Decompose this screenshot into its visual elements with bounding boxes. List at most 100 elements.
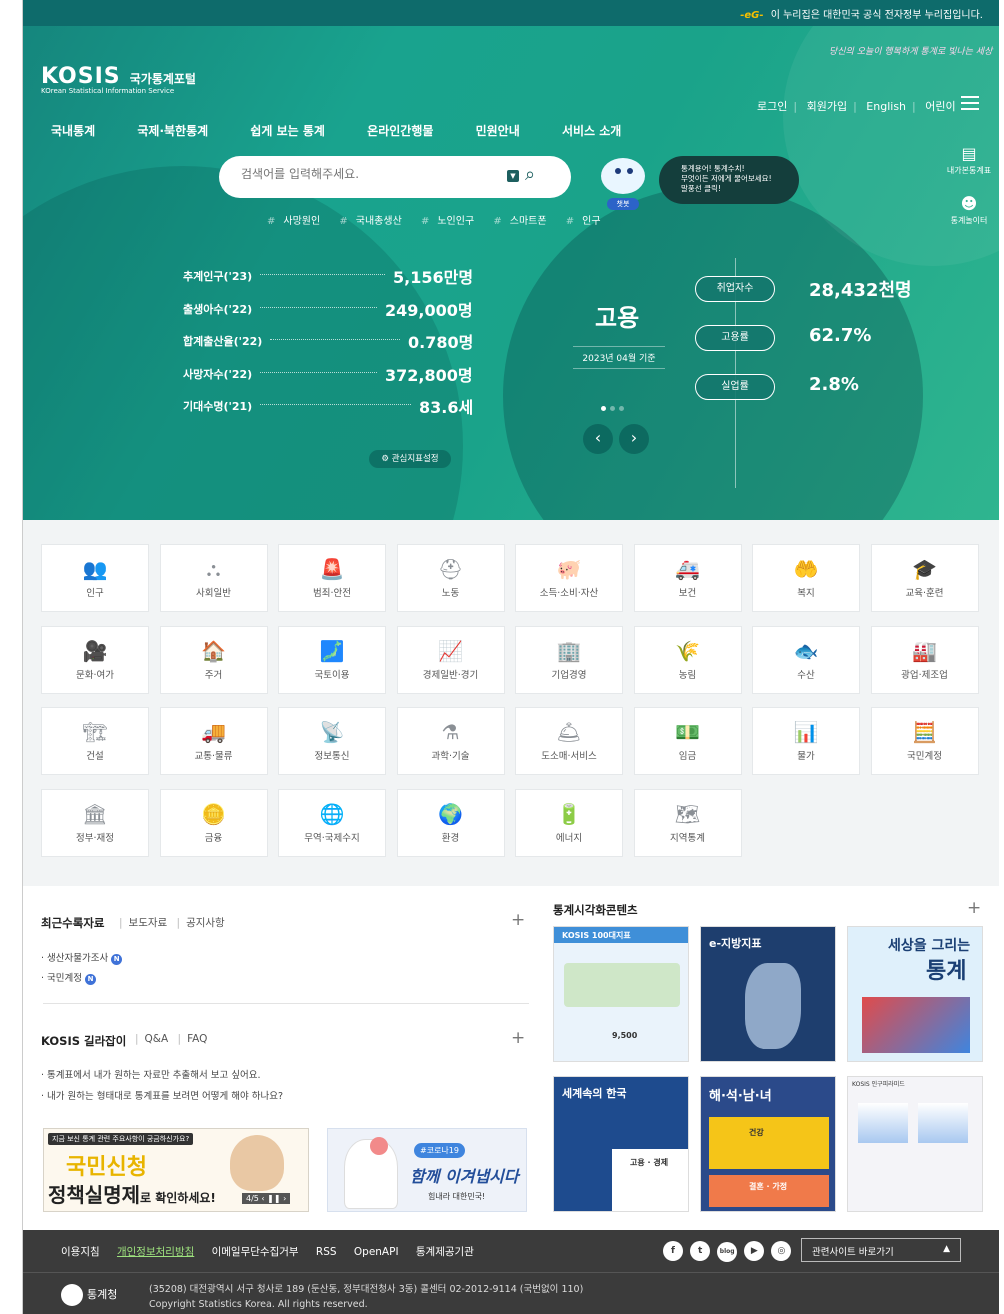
hamburger-menu-icon[interactable] — [961, 96, 979, 110]
key-stat-row[interactable]: 추계인구('23) 5,156만명 — [183, 264, 483, 297]
category-tile[interactable]: 🐟 수산 — [752, 625, 860, 694]
category-tile[interactable]: ⛬ 사회일반 — [159, 544, 268, 612]
category-tile[interactable]: 📡 정보통신 — [278, 707, 386, 775]
kosis-logo[interactable]: KOSIS 국가통계포털 KOrean Statistical Informat… — [41, 64, 196, 95]
interest-settings-button[interactable]: ⚙ 관심지표설정 — [369, 450, 451, 468]
tag-item[interactable]: # 인구 — [566, 216, 609, 227]
english-link[interactable]: English — [866, 100, 906, 113]
category-tile[interactable]: 🤲 복지 — [752, 544, 860, 612]
government-icon: 🏛 — [82, 801, 108, 826]
search-input[interactable] — [241, 167, 481, 181]
category-tile[interactable]: 🚨 범죄·안전 — [278, 544, 386, 612]
footer-link-openapi[interactable]: OpenAPI — [354, 1246, 399, 1258]
tag-item[interactable]: # 사망원인 — [267, 216, 328, 227]
category-tile[interactable]: 🏠 주거 — [159, 625, 268, 694]
category-tile[interactable]: 🪙 금융 — [159, 788, 268, 857]
nav-publications[interactable]: 온라인간행물 — [367, 122, 433, 139]
category-tile[interactable]: 🌍 환경 — [396, 788, 505, 857]
viz-card-drawing-stats[interactable]: 세상을 그리는 통계 — [847, 926, 983, 1062]
blog-icon[interactable]: blog — [717, 1242, 738, 1262]
key-stat-row[interactable]: 사망자수('22) 372,800명 — [183, 362, 483, 395]
category-tile[interactable]: 🧮 국민계정 — [870, 707, 979, 775]
nav-service[interactable]: 서비스 소개 — [562, 122, 621, 139]
category-tile[interactable]: 🏗 건설 — [41, 707, 149, 775]
tab-notice[interactable]: 공지사항 — [186, 917, 225, 929]
category-tile[interactable]: ⚗ 과학·기술 — [396, 707, 505, 775]
guide-title[interactable]: KOSIS 길라잡이 — [41, 1033, 126, 1049]
viz-card-local-indicators[interactable]: e-지방지표 — [700, 926, 836, 1062]
category-tile[interactable]: 🚚 교통·물류 — [159, 707, 268, 775]
search-option-dropdown-icon[interactable]: ▼ — [507, 170, 519, 182]
category-tile[interactable]: 🌾 농림 — [633, 625, 742, 694]
category-tile[interactable]: 👥 인구 — [41, 544, 149, 612]
policy-banner[interactable]: 지금 보신 통계 관련 주요사항이 궁금하신가요? 국민신청 정책실명제로 확인… — [43, 1128, 309, 1212]
nav-easy-stats[interactable]: 쉽게 보는 통계 — [250, 122, 325, 139]
key-stat-row[interactable]: 합계출산율('22) 0.780명 — [183, 329, 483, 362]
key-stat-row[interactable]: 출생아수('22) 249,000명 — [183, 297, 483, 330]
category-tile[interactable]: 🔋 에너지 — [515, 788, 623, 857]
category-tile[interactable]: 🎥 문화·여가 — [41, 625, 149, 694]
footer-link-email[interactable]: 이메일무단수집거부 — [212, 1246, 299, 1258]
facebook-icon[interactable]: f — [663, 1241, 683, 1261]
footer-link-terms[interactable]: 이용지침 — [61, 1246, 100, 1258]
kids-link[interactable]: 어린이 — [925, 100, 955, 113]
join-link[interactable]: 회원가입 — [807, 100, 847, 113]
chatbot-mascot[interactable]: 챗봇 — [595, 154, 651, 214]
youtube-icon[interactable]: ▶ — [744, 1241, 765, 1261]
viz-card-men-women[interactable]: 해·석·남·녀 건강 결혼 · 가정 — [700, 1076, 836, 1212]
category-tile[interactable]: 📈 경제일반·경기 — [396, 625, 505, 694]
category-tile[interactable]: 🎓 교육·훈련 — [870, 544, 979, 612]
footer-link-privacy[interactable]: 개인정보처리방침 — [117, 1246, 194, 1258]
viz-card-population-pyramid[interactable]: KOSIS 인구피라미드 — [847, 1076, 983, 1212]
category-tile[interactable]: 🏛 정부·재정 — [41, 788, 149, 857]
tab-faq[interactable]: FAQ — [187, 1033, 207, 1045]
login-link[interactable]: 로그인 — [757, 100, 787, 113]
category-tile[interactable]: 🚑 보건 — [633, 544, 742, 612]
tag-item[interactable]: # 노인인구 — [421, 216, 482, 227]
viz-card-100-indicators[interactable]: KOSIS 100대지표 9,500 — [553, 926, 689, 1062]
category-tile[interactable]: ⛑ 노동 — [396, 544, 505, 612]
recent-more-icon[interactable]: + — [511, 910, 525, 930]
related-sites-select[interactable]: 관련사이트 바로가기 ▲ — [801, 1238, 961, 1262]
tab-qna[interactable]: Q&A — [145, 1033, 169, 1045]
prev-arrow-icon[interactable]: ‹ — [583, 424, 613, 454]
my-stats-link[interactable]: ▤ 내가본통계표 — [941, 144, 997, 176]
footer-link-providers[interactable]: 통계제공기관 — [416, 1246, 474, 1258]
category-tile[interactable]: 🗺 지역통계 — [633, 788, 742, 857]
footer-link-rss[interactable]: RSS — [316, 1246, 337, 1258]
category-tile[interactable]: 📊 물가 — [752, 707, 860, 775]
category-tile[interactable]: 💵 임금 — [633, 707, 742, 775]
category-tile[interactable]: 🛎 도소매·서비스 — [515, 707, 623, 775]
category-tile[interactable]: 🗾 국토이용 — [278, 625, 386, 694]
carousel-dots[interactable] — [601, 396, 628, 415]
playground-link[interactable]: ☻ 통계놀이터 — [941, 194, 997, 226]
guide-more-icon[interactable]: + — [511, 1028, 525, 1048]
nav-domestic[interactable]: 국내통계 — [51, 122, 95, 139]
list-item[interactable]: · 국민계정 N — [41, 970, 97, 985]
search-icon[interactable]: ⌕ — [525, 164, 535, 185]
tab-press[interactable]: 보도자료 — [129, 917, 168, 929]
list-item[interactable]: · 생산자물가조사 N — [41, 950, 123, 965]
list-item[interactable]: · 통계표에서 내가 원하는 자료만 추출해서 보고 싶어요. — [41, 1067, 260, 1081]
twitter-icon[interactable]: t — [690, 1241, 711, 1261]
category-tile[interactable]: 🐖 소득·소비·자산 — [515, 544, 623, 612]
viz-more-icon[interactable]: + — [967, 898, 981, 918]
recent-data-title[interactable]: 최근수록자료 — [41, 915, 104, 931]
banner-pager[interactable]: 4/5 ‹ ❚❚ › — [242, 1193, 291, 1204]
nav-international[interactable]: 국제·북한통계 — [137, 122, 208, 139]
category-tile[interactable]: 🏭 광업·제조업 — [870, 625, 979, 694]
next-arrow-icon[interactable]: › — [619, 424, 649, 454]
earth-icon: 🌍 — [438, 801, 463, 826]
covid-banner[interactable]: #코로나19 함께 이겨냅시다 힘내라 대한민국! — [327, 1128, 527, 1212]
category-tile[interactable]: 🌐 무역·국제수지 — [278, 788, 386, 857]
chatbot-bubble[interactable]: 통계용어! 통계수치! 무엇이든 저에게 물어보세요! 말풍선 클릭! — [659, 156, 799, 204]
instagram-icon[interactable]: ◎ — [771, 1241, 792, 1261]
category-tile[interactable]: 🏢 기업경영 — [515, 625, 623, 694]
list-item[interactable]: · 내가 원하는 형태대로 통계표를 보려면 어떻게 해야 하나요? — [41, 1088, 283, 1102]
key-stat-row[interactable]: 기대수명('21) 83.6세 — [183, 394, 483, 427]
viz-card-korea-in-world[interactable]: 세계속의 한국 고용 · 경제 — [553, 1076, 689, 1212]
tag-item[interactable]: # 국내총생산 — [339, 216, 409, 227]
category-grid: 👥 인구 ⛬ 사회일반 🚨 범죄·안전 ⛑ 노동 🐖 소득·소비·자산 🚑 보건 🤲 복지 🎓 교육·훈련 🎥 문… — [23, 520, 999, 886]
tag-item[interactable]: # 스마트폰 — [493, 216, 554, 227]
nav-civil[interactable]: 민원안내 — [476, 122, 520, 139]
